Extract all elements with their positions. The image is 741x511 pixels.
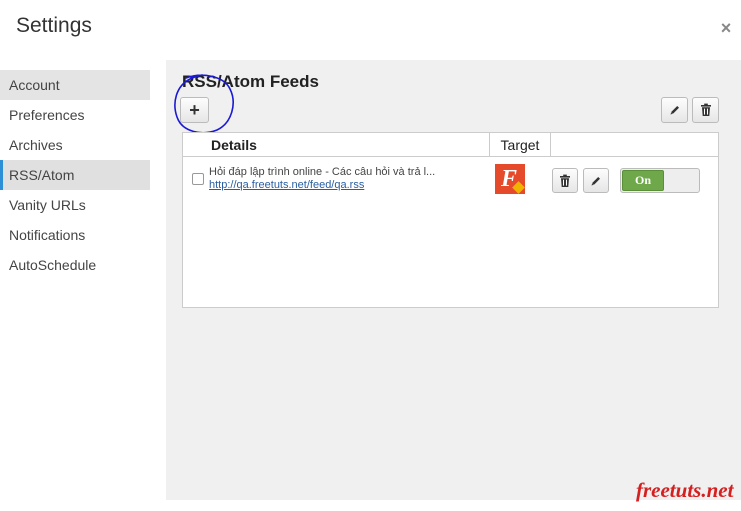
table-row: Hỏi đáp lập trình online - Các câu hỏi v… [183, 159, 718, 199]
sidebar-item-rss-atom[interactable]: RSS/Atom [0, 160, 150, 190]
row-delete-button[interactable] [552, 168, 578, 193]
settings-content-panel: RSS/Atom Feeds + Details Target Hỏi đáp … [166, 60, 741, 500]
close-icon[interactable]: × [716, 17, 736, 39]
pencil-icon [591, 176, 600, 185]
feed-title: Hỏi đáp lập trình online - Các câu hỏi v… [209, 166, 436, 178]
sidebar-item-preferences[interactable]: Preferences [0, 100, 150, 130]
dialog-title: Settings [16, 14, 92, 37]
row-edit-button[interactable] [583, 168, 609, 193]
table-header: Details Target [183, 133, 718, 157]
sidebar-item-account[interactable]: Account [0, 70, 150, 100]
sidebar-item-archives[interactable]: Archives [0, 130, 150, 160]
target-logo: F [495, 164, 525, 194]
sidebar-item-notifications[interactable]: Notifications [0, 220, 150, 250]
sidebar-item-vanity-urls[interactable]: Vanity URLs [0, 190, 150, 220]
section-title: RSS/Atom Feeds [182, 72, 319, 91]
trash-icon [700, 103, 711, 116]
toggle-on-label: On [622, 170, 664, 191]
column-header-details: Details [211, 137, 257, 153]
sidebar-item-autoschedule[interactable]: AutoSchedule [0, 250, 150, 280]
row-checkbox[interactable] [192, 173, 204, 185]
edit-feeds-button[interactable] [661, 97, 688, 123]
watermark: freetuts.net [636, 478, 734, 502]
feed-url-link[interactable]: http://qa.freetuts.net/feed/qa.rss [209, 179, 364, 191]
pencil-icon [670, 106, 679, 115]
add-feed-button[interactable]: + [180, 97, 209, 123]
column-header-target: Target [489, 133, 551, 157]
trash-icon [560, 174, 570, 187]
feeds-table: Details Target Hỏi đáp lập trình online … [182, 132, 719, 308]
feed-status-toggle[interactable]: On [620, 168, 700, 193]
delete-feeds-button[interactable] [692, 97, 719, 123]
settings-sidebar: Account Preferences Archives RSS/Atom Va… [0, 70, 150, 280]
